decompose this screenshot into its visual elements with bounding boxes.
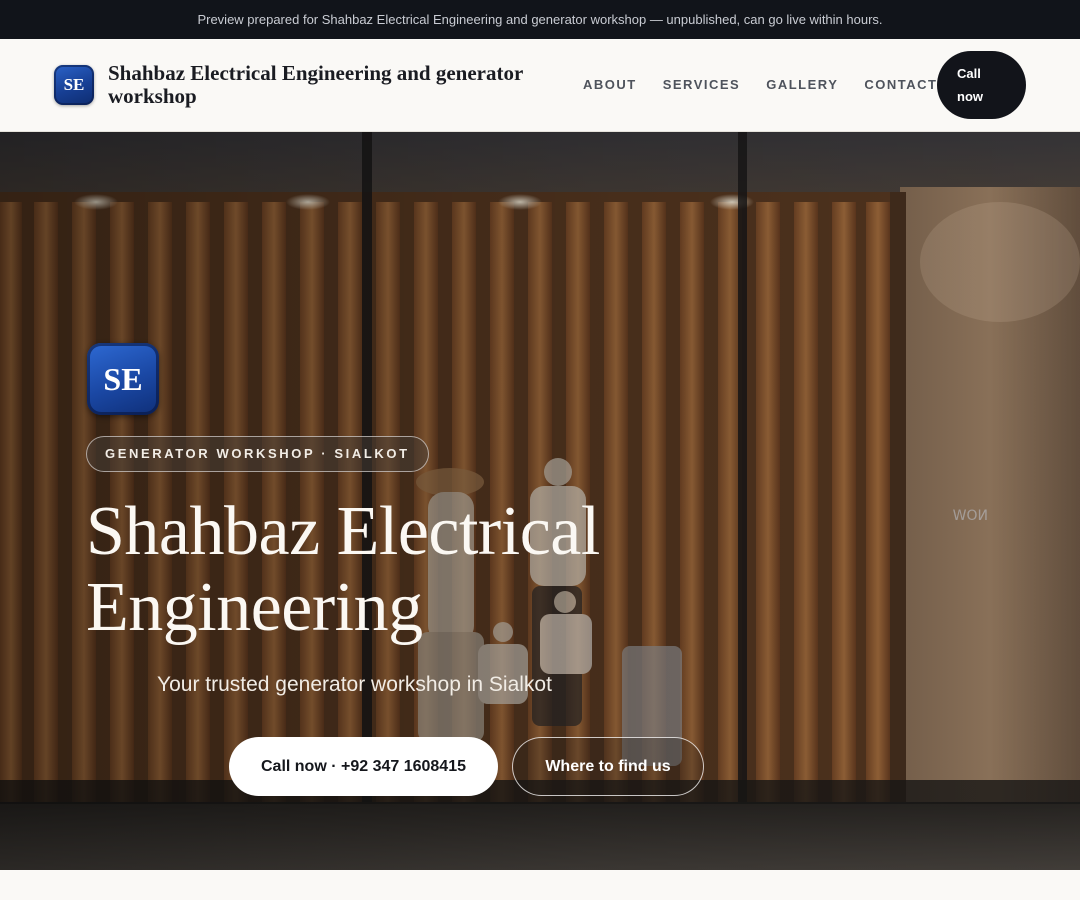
where-to-find-us-button[interactable]: Where to find us xyxy=(512,737,704,796)
next-section-edge xyxy=(0,870,1080,900)
nav-about[interactable]: ABOUT xyxy=(583,77,637,93)
nav-gallery[interactable]: GALLERY xyxy=(766,77,838,93)
preview-banner: Preview prepared for Shahbaz Electrical … xyxy=(0,0,1080,39)
hero-logo-badge: SE xyxy=(87,343,159,415)
nav-services[interactable]: SERVICES xyxy=(663,77,741,93)
hero-eyebrow-badge: GENERATOR WORKSHOP · SIALKOT xyxy=(86,436,429,472)
hero-title: Shahbaz Electrical Engineering xyxy=(86,494,706,646)
brand-name[interactable]: Shahbaz Electrical Engineering and gener… xyxy=(108,62,568,108)
hero-logo-initials: SE xyxy=(103,360,143,397)
header-call-now-button[interactable]: Call now xyxy=(937,51,1026,119)
header-logo[interactable]: SE xyxy=(54,65,94,105)
call-button-line2: now xyxy=(957,89,983,104)
hero-subtitle: Your trusted generator workshop in Sialk… xyxy=(157,673,552,696)
hero-section: NOW SE GENERATOR WORKSHOP · SIALKOT Shah… xyxy=(0,132,1080,870)
nav-contact[interactable]: CONTACT xyxy=(864,77,937,93)
main-nav: ABOUT SERVICES GALLERY CONTACT xyxy=(583,77,937,93)
header-logo-initials: SE xyxy=(63,75,85,94)
site-header: SE Shahbaz Electrical Engineering and ge… xyxy=(0,39,1080,132)
call-now-phone-button[interactable]: Call now · +92 347 1608415 xyxy=(229,737,498,796)
call-button-line1: Call xyxy=(957,66,981,81)
preview-banner-text: Preview prepared for Shahbaz Electrical … xyxy=(197,12,883,27)
hero-title-line2: Engineering xyxy=(86,569,423,646)
hero-title-line1: Shahbaz Electrical xyxy=(86,493,600,570)
